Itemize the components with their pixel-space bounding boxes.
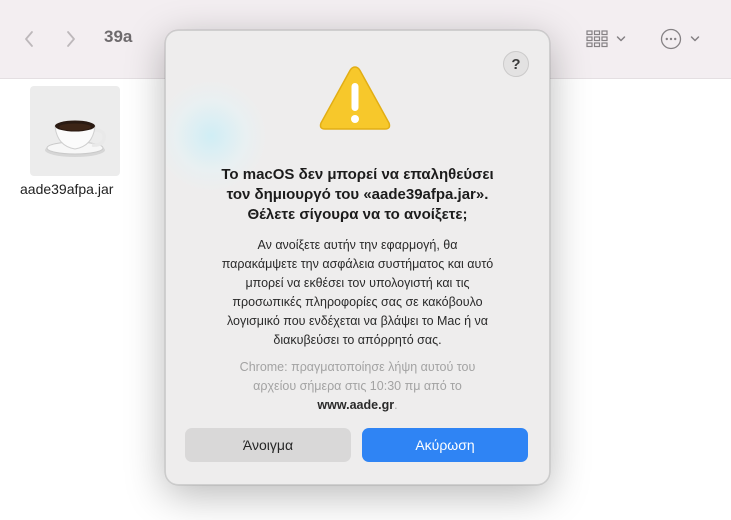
folder-title: 39a bbox=[104, 27, 133, 46]
download-source-info: Chrome: πραγματοποίησε λήψη αυτού του αρ… bbox=[239, 360, 476, 412]
more-actions-button[interactable] bbox=[660, 26, 700, 52]
chevron-left-icon bbox=[25, 31, 33, 47]
chevron-down-icon bbox=[690, 36, 700, 42]
back-button[interactable] bbox=[18, 26, 40, 52]
file-name-label: aade39afpa.jar bbox=[20, 181, 114, 197]
forward-button[interactable] bbox=[60, 26, 82, 52]
chevron-right-icon bbox=[67, 31, 75, 47]
finder-window: 39a aade39afpa.jar ? Το macOS δεν μπορεί… bbox=[0, 0, 731, 520]
chevron-down-icon bbox=[616, 36, 626, 42]
warning-triangle-icon bbox=[319, 66, 391, 130]
help-button[interactable]: ? bbox=[503, 51, 529, 77]
view-options-button[interactable] bbox=[586, 26, 626, 52]
file-thumbnail bbox=[30, 86, 120, 176]
source-domain: www.aade.gr bbox=[317, 398, 395, 412]
open-button[interactable]: Άνοιγμα bbox=[185, 428, 351, 462]
java-coffee-cup-icon bbox=[45, 120, 107, 157]
ellipsis-circle-icon bbox=[660, 28, 682, 50]
cancel-button[interactable]: Ακύρωση bbox=[362, 428, 528, 462]
icon-grid-icon bbox=[586, 30, 608, 48]
file-item[interactable]: aade39afpa.jar bbox=[16, 86, 144, 197]
security-alert-dialog: ? Το macOS δεν μπορεί να επαληθεύσει τον… bbox=[165, 30, 550, 485]
dialog-message: Αν ανοίξετε αυτήν την εφαρμογή, θα παρακ… bbox=[221, 238, 494, 347]
dialog-heading: Το macOS δεν μπορεί να επαληθεύσει τον δ… bbox=[221, 166, 494, 223]
